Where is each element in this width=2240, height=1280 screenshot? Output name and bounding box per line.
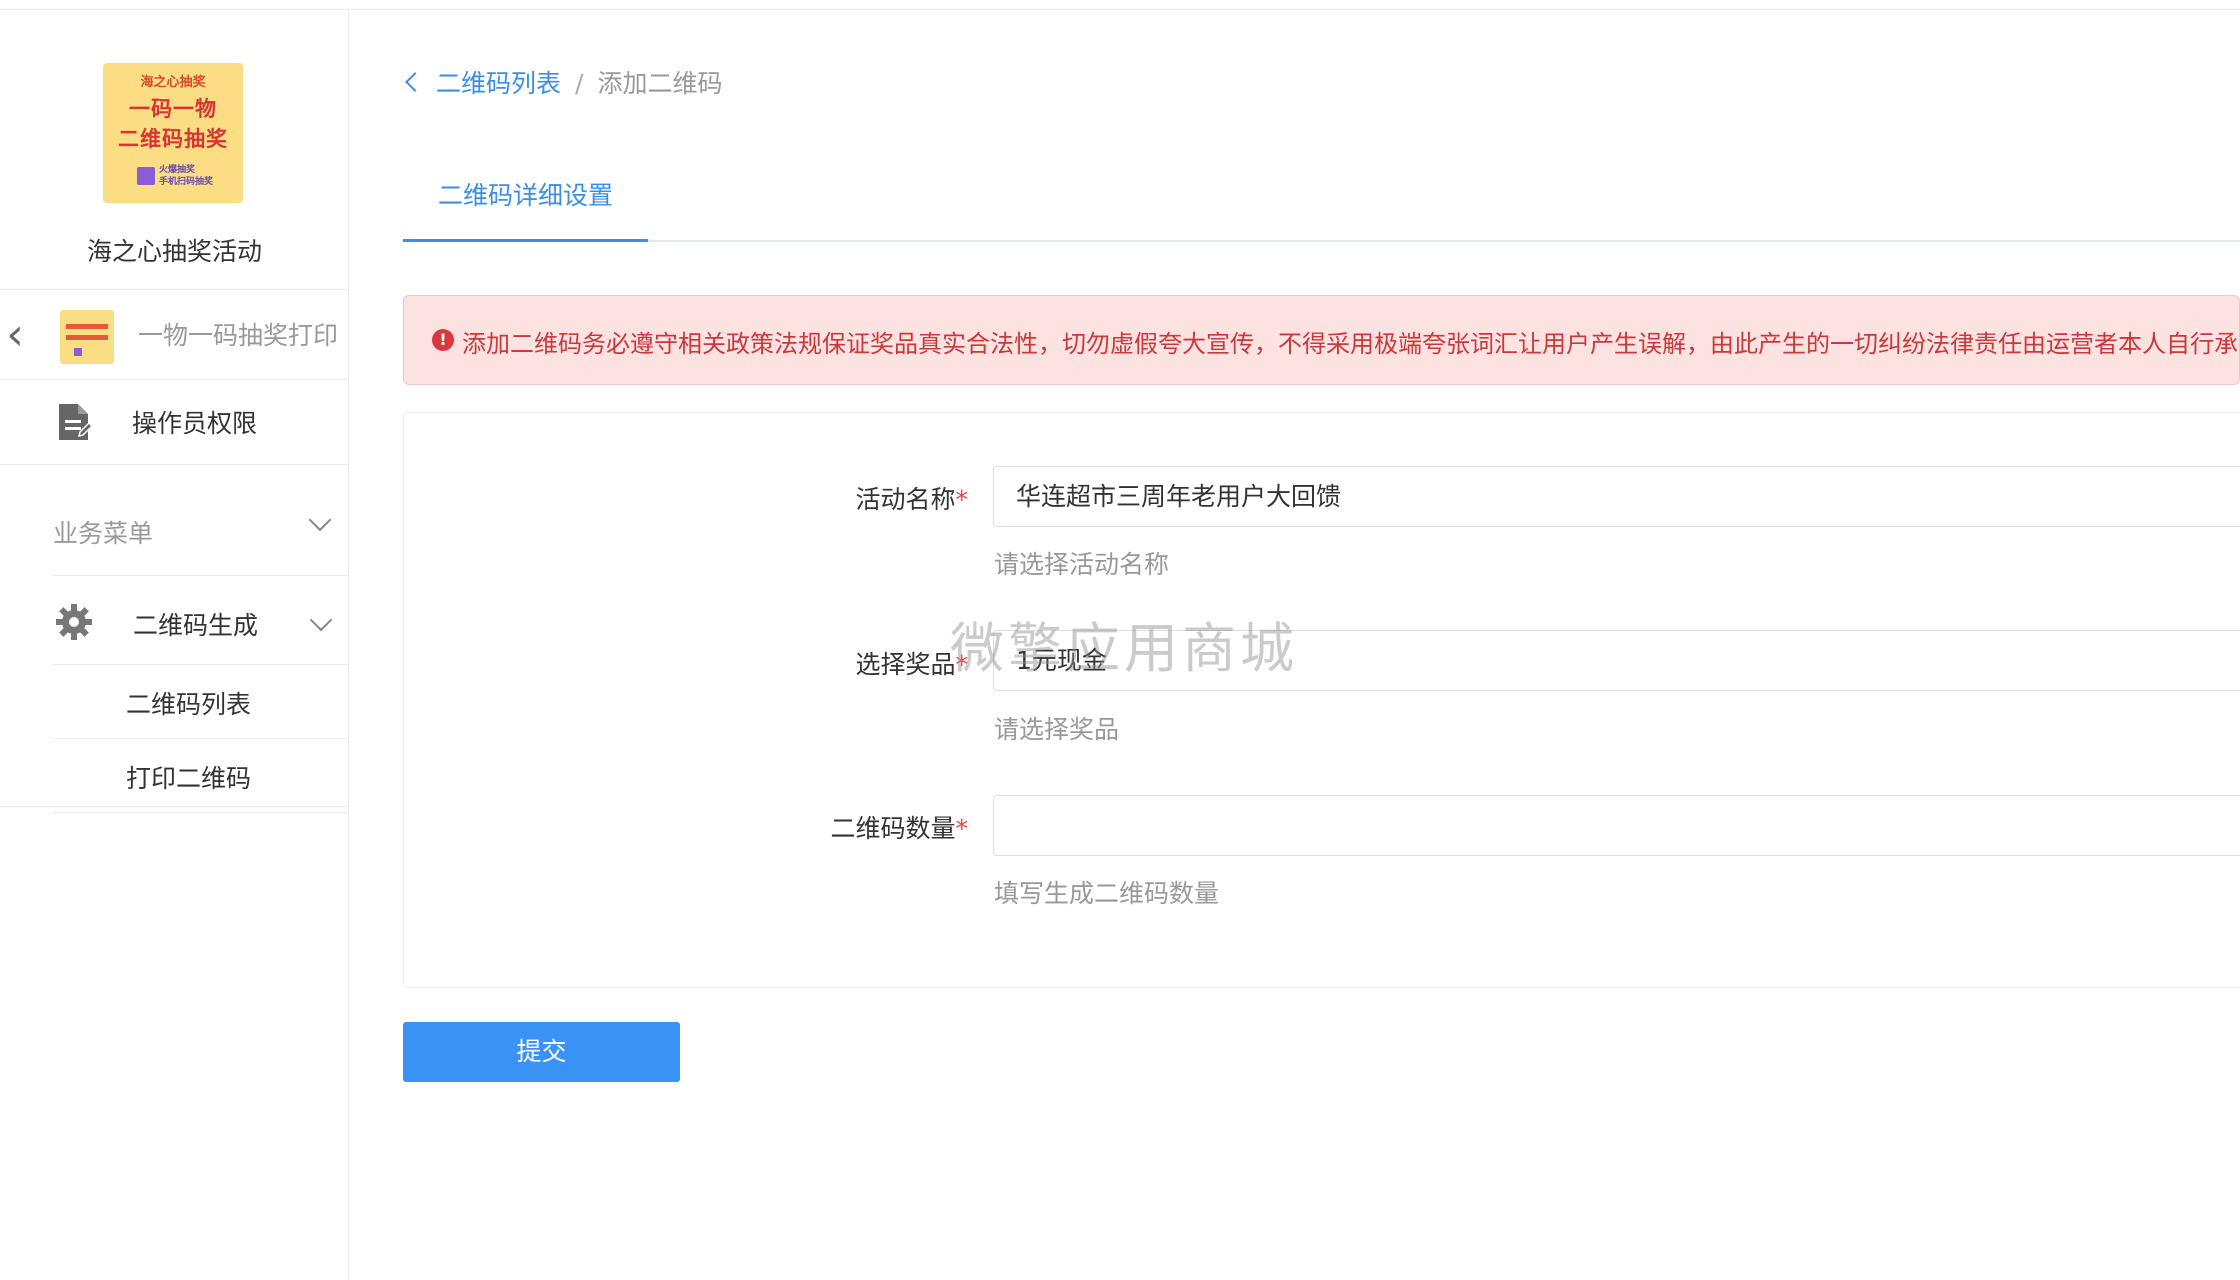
exclamation-circle-icon: !: [432, 329, 454, 351]
app-logo-line1: 海之心抽奖: [140, 75, 206, 90]
app-logo-line4: 火爆抽奖 手机扫码抽奖: [159, 165, 214, 187]
tab-qr-detail-settings[interactable]: 二维码详细设置: [403, 160, 648, 242]
chevron-down-icon[interactable]: [309, 608, 333, 632]
top-border: [0, 0, 2240, 10]
sidebar-subitem-label: 二维码列表: [126, 690, 252, 719]
sidebar-item-operator-permission[interactable]: 操作员权限: [0, 380, 349, 465]
chevron-down-icon[interactable]: [308, 508, 332, 532]
sidebar-item-label: 操作员权限: [132, 409, 258, 438]
breadcrumb: 二维码列表 / 添加二维码: [405, 64, 723, 100]
sidebar-subitem-qr-list[interactable]: 二维码列表: [52, 665, 349, 739]
mini-app-name: 一物一码抽奖打印: [138, 321, 339, 350]
sidebar: 海之心抽奖 一码一物 二维码抽奖 火爆抽奖 手机扫码抽奖 海之心抽奖活动 ‹ 一…: [0, 10, 349, 1280]
sidebar-subitem-label: 打印二维码: [126, 764, 252, 793]
back-chevron-icon[interactable]: ‹: [0, 310, 30, 360]
breadcrumb-separator: /: [575, 69, 584, 98]
sidebar-subitem-print-qr[interactable]: 打印二维码: [52, 739, 349, 813]
activity-name-select[interactable]: 华连超市三周年老用户大回馈: [993, 466, 2240, 527]
required-mark: *: [955, 485, 969, 514]
required-mark: *: [955, 650, 969, 679]
app-name: 海之心抽奖活动: [86, 237, 262, 266]
breadcrumb-link-qr-list[interactable]: 二维码列表: [436, 69, 561, 98]
back-chevron-icon[interactable]: [405, 72, 425, 92]
app-logo-badge-icon: [137, 167, 155, 185]
qr-quantity-hint: 填写生成二维码数量: [994, 879, 1220, 908]
alert-text: 添加二维码务必遵守相关政策法规保证奖品真实合法性，切勿虚假夸大宣传，不得采用极端…: [462, 330, 2240, 358]
app-header: 海之心抽奖 一码一物 二维码抽奖 火爆抽奖 手机扫码抽奖 海之心抽奖活动: [0, 10, 349, 290]
app-logo-line3: 二维码抽奖: [118, 127, 228, 151]
mini-app-switcher[interactable]: ‹ 一物一码抽奖打印: [0, 290, 349, 380]
tab-bar: 二维码详细设置: [403, 160, 2240, 242]
section-label: 业务菜单: [53, 519, 154, 548]
prize-select[interactable]: 1元现金: [993, 630, 2240, 691]
submit-button[interactable]: 提交: [403, 1022, 680, 1082]
qr-quantity-input[interactable]: [993, 795, 2240, 856]
document-icon: [59, 404, 92, 440]
app-logo: 海之心抽奖 一码一物 二维码抽奖 火爆抽奖 手机扫码抽奖: [103, 63, 243, 203]
mini-app-logo: [60, 310, 114, 364]
gear-icon: [56, 604, 92, 640]
prize-hint: 请选择奖品: [994, 715, 1120, 744]
sidebar-item-qr-generate[interactable]: 二维码生成: [0, 576, 349, 664]
activity-name-label: 活动名称*: [855, 485, 969, 514]
prize-label: 选择奖品*: [855, 650, 969, 679]
app-logo-line2: 一码一物: [129, 97, 217, 121]
breadcrumb-current: 添加二维码: [597, 69, 723, 98]
warning-alert: ! 添加二维码务必遵守相关政策法规保证奖品真实合法性，切勿虚假夸大宣传，不得采用…: [403, 295, 2240, 385]
qr-quantity-label: 二维码数量*: [830, 814, 969, 843]
activity-name-hint: 请选择活动名称: [994, 550, 1170, 579]
sidebar-item-label: 二维码生成: [133, 611, 259, 640]
required-mark: *: [955, 814, 969, 843]
divider: [0, 806, 349, 807]
